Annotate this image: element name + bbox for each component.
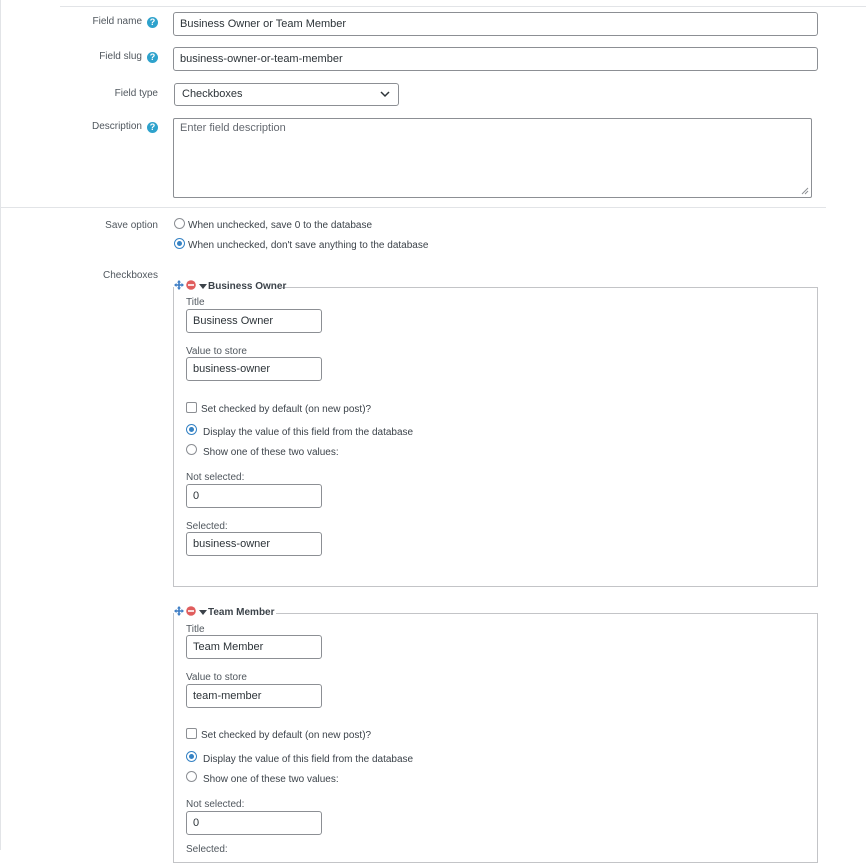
value-to-store-label: Value to store xyxy=(186,346,247,357)
not-selected-label: Not selected: xyxy=(186,799,245,810)
field-name-input[interactable]: Business Owner or Team Member xyxy=(173,12,818,36)
display-value-label: Display the value of this field from the… xyxy=(203,754,414,765)
caret-down-icon[interactable] xyxy=(199,284,207,289)
remove-icon[interactable] xyxy=(186,280,196,290)
selected-input[interactable]: business-owner xyxy=(186,532,322,556)
top-divider xyxy=(60,6,866,7)
move-icon[interactable] xyxy=(174,280,184,290)
resize-handle-icon[interactable] xyxy=(801,187,809,195)
field-type-select[interactable]: Checkboxes xyxy=(174,83,399,106)
show-two-values-radio[interactable] xyxy=(186,444,197,455)
help-icon[interactable]: ? xyxy=(147,52,158,63)
title-label: Title xyxy=(186,624,205,635)
display-value-radio[interactable] xyxy=(186,751,197,762)
value-to-store-label: Value to store xyxy=(186,672,247,683)
description-textarea[interactable]: Enter field description xyxy=(173,118,812,198)
chevron-down-icon xyxy=(380,91,390,98)
description-label: Description? xyxy=(92,121,158,133)
not-selected-input[interactable]: 0 xyxy=(186,484,322,508)
checked-by-default-label: Set checked by default (on new post)? xyxy=(201,730,372,741)
field-name-label: Field name? xyxy=(93,16,158,28)
left-border xyxy=(0,0,1,850)
show-two-values-label: Show one of these two values: xyxy=(203,447,339,458)
title-input[interactable]: Business Owner xyxy=(186,309,322,333)
field-type-value: Checkboxes xyxy=(182,88,243,100)
field-slug-label: Field slug? xyxy=(99,51,158,63)
caret-down-icon[interactable] xyxy=(199,610,207,615)
title-label: Title xyxy=(186,297,205,308)
move-icon[interactable] xyxy=(174,606,184,616)
checkboxes-label: Checkboxes xyxy=(102,270,158,281)
display-value-radio[interactable] xyxy=(186,424,197,435)
not-selected-label: Not selected: xyxy=(186,472,245,483)
description-placeholder: Enter field description xyxy=(180,122,286,134)
help-icon[interactable]: ? xyxy=(147,122,158,133)
save-option-label-save-zero: When unchecked, save 0 to the database xyxy=(188,220,373,231)
help-icon[interactable]: ? xyxy=(147,17,158,28)
checkbox-legend[interactable]: Business Owner xyxy=(208,281,286,292)
title-input[interactable]: Team Member xyxy=(186,635,322,659)
display-value-label: Display the value of this field from the… xyxy=(203,427,414,438)
field-slug-input[interactable]: business-owner-or-team-member xyxy=(173,47,818,71)
save-option-label: Save option xyxy=(105,220,158,231)
value-to-store-input[interactable]: business-owner xyxy=(186,357,322,381)
remove-icon[interactable] xyxy=(186,606,196,616)
field-type-label: Field type xyxy=(114,88,158,99)
selected-label: Selected: xyxy=(186,521,228,532)
value-to-store-input[interactable]: team-member xyxy=(186,684,322,708)
save-option-radio-save-nothing[interactable] xyxy=(174,238,185,249)
section-divider xyxy=(0,207,826,208)
checked-by-default-checkbox[interactable] xyxy=(186,402,197,413)
save-option-label-save-nothing: When unchecked, don't save anything to t… xyxy=(188,240,429,251)
checked-by-default-label: Set checked by default (on new post)? xyxy=(201,404,372,415)
save-option-radio-save-zero[interactable] xyxy=(174,218,185,229)
show-two-values-label: Show one of these two values: xyxy=(203,774,339,785)
checkbox-legend[interactable]: Team Member xyxy=(208,607,275,618)
not-selected-input[interactable]: 0 xyxy=(186,811,322,835)
show-two-values-radio[interactable] xyxy=(186,771,197,782)
checked-by-default-checkbox[interactable] xyxy=(186,728,197,739)
